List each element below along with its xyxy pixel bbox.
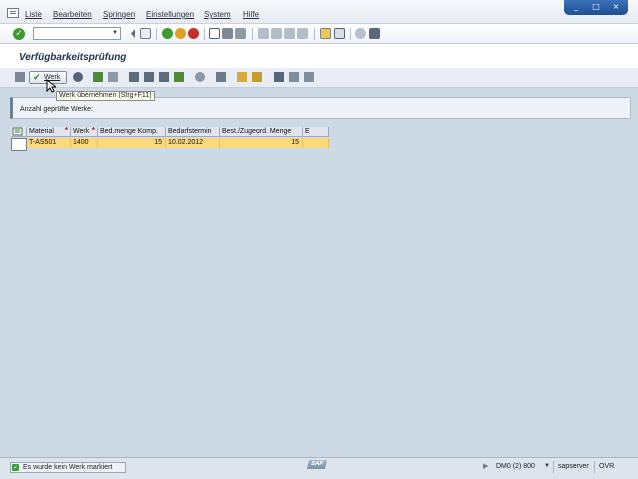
success-icon: ✓ xyxy=(12,464,19,471)
find-icon[interactable] xyxy=(222,28,233,39)
status-bar: ✓ Es wurde kein Werk markiert SAP ▶ DM0 … xyxy=(0,457,638,479)
menu-bearbeiten[interactable]: Bearbeiten xyxy=(53,10,92,19)
row-select-checkbox[interactable] xyxy=(11,138,27,151)
cell-text: 10.02.2012 xyxy=(168,139,204,146)
sort-ascending-icon[interactable] xyxy=(129,72,139,82)
menu-system[interactable]: System xyxy=(204,10,231,19)
next-page-icon[interactable] xyxy=(284,28,295,39)
column-header-label: Best./Zugeord. Menge xyxy=(222,128,292,135)
previous-page-icon[interactable] xyxy=(271,28,282,39)
deselect-all-icon[interactable] xyxy=(108,72,118,82)
toolbar-separator xyxy=(204,28,205,40)
title-bar: Verfügbarkeitsprüfung xyxy=(0,44,638,68)
help-icon[interactable] xyxy=(355,28,366,39)
save-layout-icon[interactable] xyxy=(252,72,262,82)
column-header-bedmenge[interactable]: Bed.menge Komp. xyxy=(98,127,166,137)
werke-count-label: Anzahl geprüfte Werke: xyxy=(20,106,94,113)
new-session-icon[interactable] xyxy=(320,28,331,39)
export-icon[interactable] xyxy=(216,72,226,82)
column-header-material[interactable]: Material * xyxy=(27,126,71,137)
cell-text: 1400 xyxy=(73,139,89,146)
sum-icon[interactable] xyxy=(174,72,184,82)
cell-bedarfstermin[interactable]: 10.02.2012 xyxy=(166,138,220,148)
column-header-werk[interactable]: Werk * xyxy=(71,126,98,137)
print-preview-icon[interactable] xyxy=(195,72,205,82)
toolbar-separator xyxy=(314,28,315,40)
status-message[interactable]: ✓ Es wurde kein Werk markiert xyxy=(10,462,126,473)
first-page-icon[interactable] xyxy=(258,28,269,39)
cell-bestmenge[interactable]: 15 xyxy=(220,138,303,148)
cell-text: T-AS501 xyxy=(29,139,57,146)
menu-springen[interactable]: Springen xyxy=(103,10,135,19)
sort-descending-icon[interactable] xyxy=(144,72,154,82)
layout-icon[interactable] xyxy=(237,72,247,82)
column-header-label: Bedarfstermin xyxy=(168,128,212,135)
cell-e[interactable] xyxy=(303,138,329,148)
cell-text: 15 xyxy=(291,139,299,146)
maximize-button[interactable]: □ xyxy=(590,3,602,11)
grid-icon[interactable] xyxy=(274,72,284,82)
system-info[interactable]: DM0 (2) 800 xyxy=(492,461,535,473)
server-name: sapserver xyxy=(553,461,589,473)
application-toolbar: ✔ Werk xyxy=(0,68,638,88)
cell-material[interactable]: T-AS501 xyxy=(27,138,71,148)
tooltip: Werk übernehmen (Strg+F11) xyxy=(56,91,155,101)
print-icon[interactable] xyxy=(209,28,220,39)
system-menu-icon[interactable] xyxy=(7,8,19,18)
column-header-bestmenge[interactable]: Best./Zugeord. Menge xyxy=(220,127,303,137)
required-marker: * xyxy=(64,126,68,135)
command-field[interactable]: ▼ xyxy=(33,27,121,40)
column-header-label: E xyxy=(305,128,310,135)
cell-werk[interactable]: 1400 xyxy=(71,138,98,148)
menu-liste[interactable]: Liste xyxy=(25,10,42,19)
refresh-icon[interactable] xyxy=(15,72,25,82)
toolbar-separator xyxy=(156,28,157,40)
page-title: Verfügbarkeitsprüfung xyxy=(19,52,127,63)
layout-menu-icon[interactable] xyxy=(369,28,380,39)
close-button[interactable]: × xyxy=(610,3,622,11)
select-all-column[interactable] xyxy=(11,127,27,137)
cancel-icon[interactable] xyxy=(188,28,199,39)
column-header-e[interactable]: E xyxy=(303,127,329,137)
column-header-label: Werk xyxy=(73,128,90,135)
expand-status-icon[interactable]: ▶ xyxy=(483,462,488,470)
toolbar-separator xyxy=(350,28,351,40)
save-icon[interactable] xyxy=(140,28,151,39)
find-next-icon[interactable] xyxy=(235,28,246,39)
enter-icon[interactable]: ✓ xyxy=(13,28,25,40)
settings-icon[interactable] xyxy=(304,72,314,82)
select-all-icon[interactable] xyxy=(93,72,103,82)
sap-logo: SAP xyxy=(307,460,327,469)
check-icon: ✔ xyxy=(33,73,41,83)
status-message-text: Es wurde kein Werk markiert xyxy=(23,464,113,471)
columns-icon[interactable] xyxy=(289,72,299,82)
toolbar-separator xyxy=(252,28,253,40)
back-arrow-icon[interactable] xyxy=(126,28,135,39)
menu-einstellungen[interactable]: Einstellungen xyxy=(146,10,194,19)
insert-mode[interactable]: OVR xyxy=(594,461,614,473)
window-controls: _ □ × xyxy=(564,0,628,15)
cell-bedmenge[interactable]: 15 xyxy=(98,138,166,148)
mouse-cursor-icon xyxy=(46,79,56,93)
minimize-button[interactable]: _ xyxy=(570,3,582,11)
chevron-down-icon[interactable]: ▼ xyxy=(544,463,550,469)
filter-icon[interactable] xyxy=(159,72,169,82)
column-header-label: Bed.menge Komp. xyxy=(100,128,158,135)
required-marker: * xyxy=(91,126,95,135)
back-icon[interactable] xyxy=(162,28,173,39)
details-icon[interactable] xyxy=(73,72,83,82)
menu-bar: Liste Bearbeiten Springen Einstellungen … xyxy=(0,0,638,24)
menu-hilfe[interactable]: Hilfe xyxy=(243,10,259,19)
standard-toolbar: ✓ ▼ xyxy=(0,24,638,44)
last-page-icon[interactable] xyxy=(297,28,308,39)
shortcut-icon[interactable] xyxy=(334,28,345,39)
cell-text: 15 xyxy=(154,139,162,146)
exit-icon[interactable] xyxy=(175,28,186,39)
column-header-bedarfstermin[interactable]: Bedarfstermin xyxy=(166,127,220,137)
chevron-down-icon[interactable]: ▼ xyxy=(111,29,119,38)
column-header-label: Material xyxy=(29,128,54,135)
